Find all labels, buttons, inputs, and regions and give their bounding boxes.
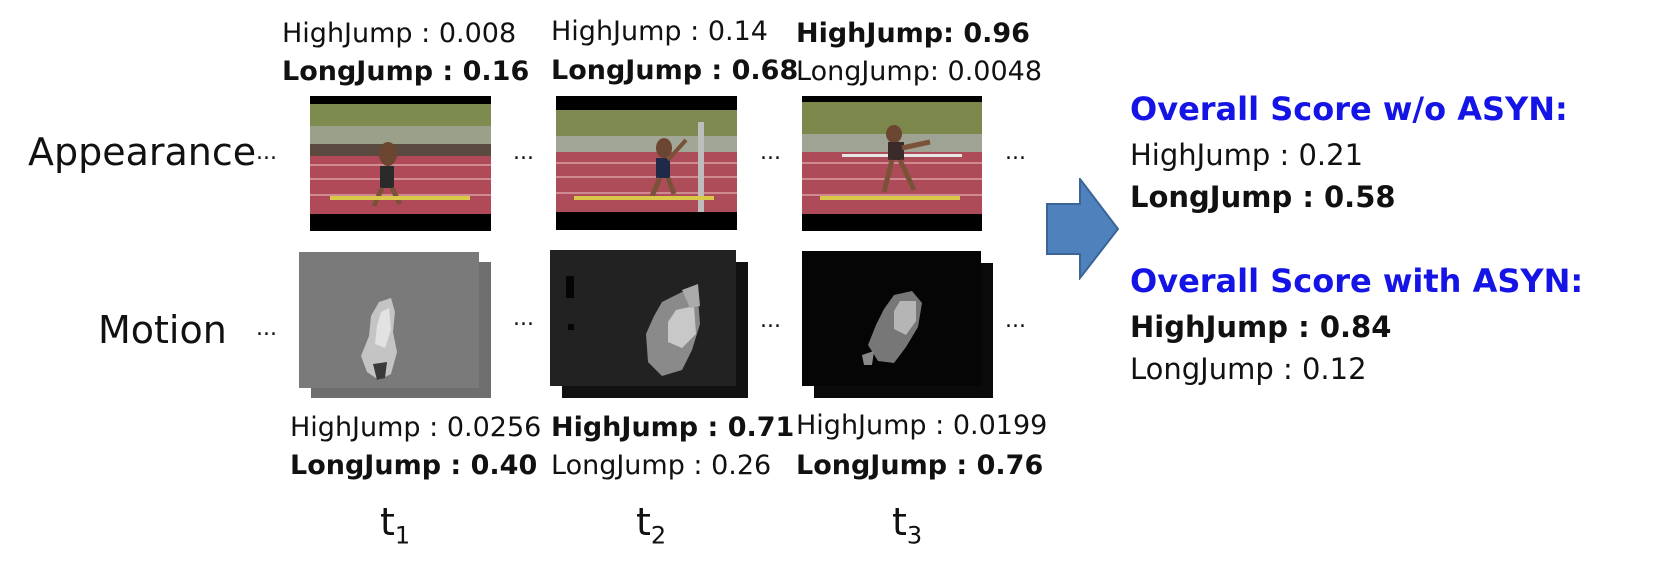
overall-with-title: Overall Score with ASYN: — [1130, 262, 1584, 300]
appearance-score-longjump: LongJump: 0.0048 — [796, 56, 1043, 87]
appearance-frame-1 — [310, 96, 491, 231]
ellipsis: ... — [1005, 308, 1026, 333]
appearance-score-highjump: HighJump : 0.14 — [551, 16, 768, 47]
motion-row-label: Motion — [98, 308, 227, 352]
motion-frame-2 — [550, 250, 748, 398]
time-label-t1: t1 — [380, 500, 411, 550]
overall-with-highjump: HighJump : 0.84 — [1130, 310, 1392, 344]
right-arrow-icon — [1046, 178, 1120, 280]
appearance-score-highjump: HighJump : 0.008 — [282, 18, 517, 49]
motion-score-longjump: LongJump : 0.76 — [796, 450, 1044, 481]
time-label-t3: t3 — [892, 500, 923, 550]
ellipsis: ... — [256, 316, 277, 341]
motion-score-highjump: HighJump : 0.0256 — [290, 412, 542, 443]
overall-without-highjump: HighJump : 0.21 — [1130, 138, 1364, 172]
time-label-t2: t2 — [636, 500, 667, 550]
motion-score-longjump: LongJump : 0.40 — [290, 450, 538, 481]
appearance-score-highjump: HighJump: 0.96 — [796, 18, 1030, 49]
motion-frame-3 — [802, 251, 993, 398]
ellipsis: ... — [513, 140, 534, 165]
appearance-score-longjump: LongJump : 0.16 — [282, 56, 530, 87]
ellipsis: ... — [513, 306, 534, 331]
overall-with-longjump: LongJump : 0.12 — [1130, 352, 1367, 386]
motion-score-highjump: HighJump : 0.71 — [551, 412, 795, 443]
appearance-row-label: Appearance — [28, 130, 257, 174]
overall-without-longjump: LongJump : 0.58 — [1130, 180, 1396, 214]
appearance-frame-3 — [802, 96, 982, 231]
motion-frame-1 — [299, 252, 491, 398]
ellipsis: ... — [760, 140, 781, 165]
motion-score-highjump: HighJump : 0.0199 — [796, 410, 1048, 441]
ellipsis: ... — [256, 140, 277, 165]
overall-without-title: Overall Score w/o ASYN: — [1130, 90, 1568, 128]
motion-score-longjump: LongJump : 0.26 — [551, 450, 772, 481]
appearance-frame-2 — [556, 96, 737, 230]
appearance-score-longjump: LongJump : 0.68 — [551, 55, 799, 86]
ellipsis: ... — [760, 308, 781, 333]
ellipsis: ... — [1005, 140, 1026, 165]
